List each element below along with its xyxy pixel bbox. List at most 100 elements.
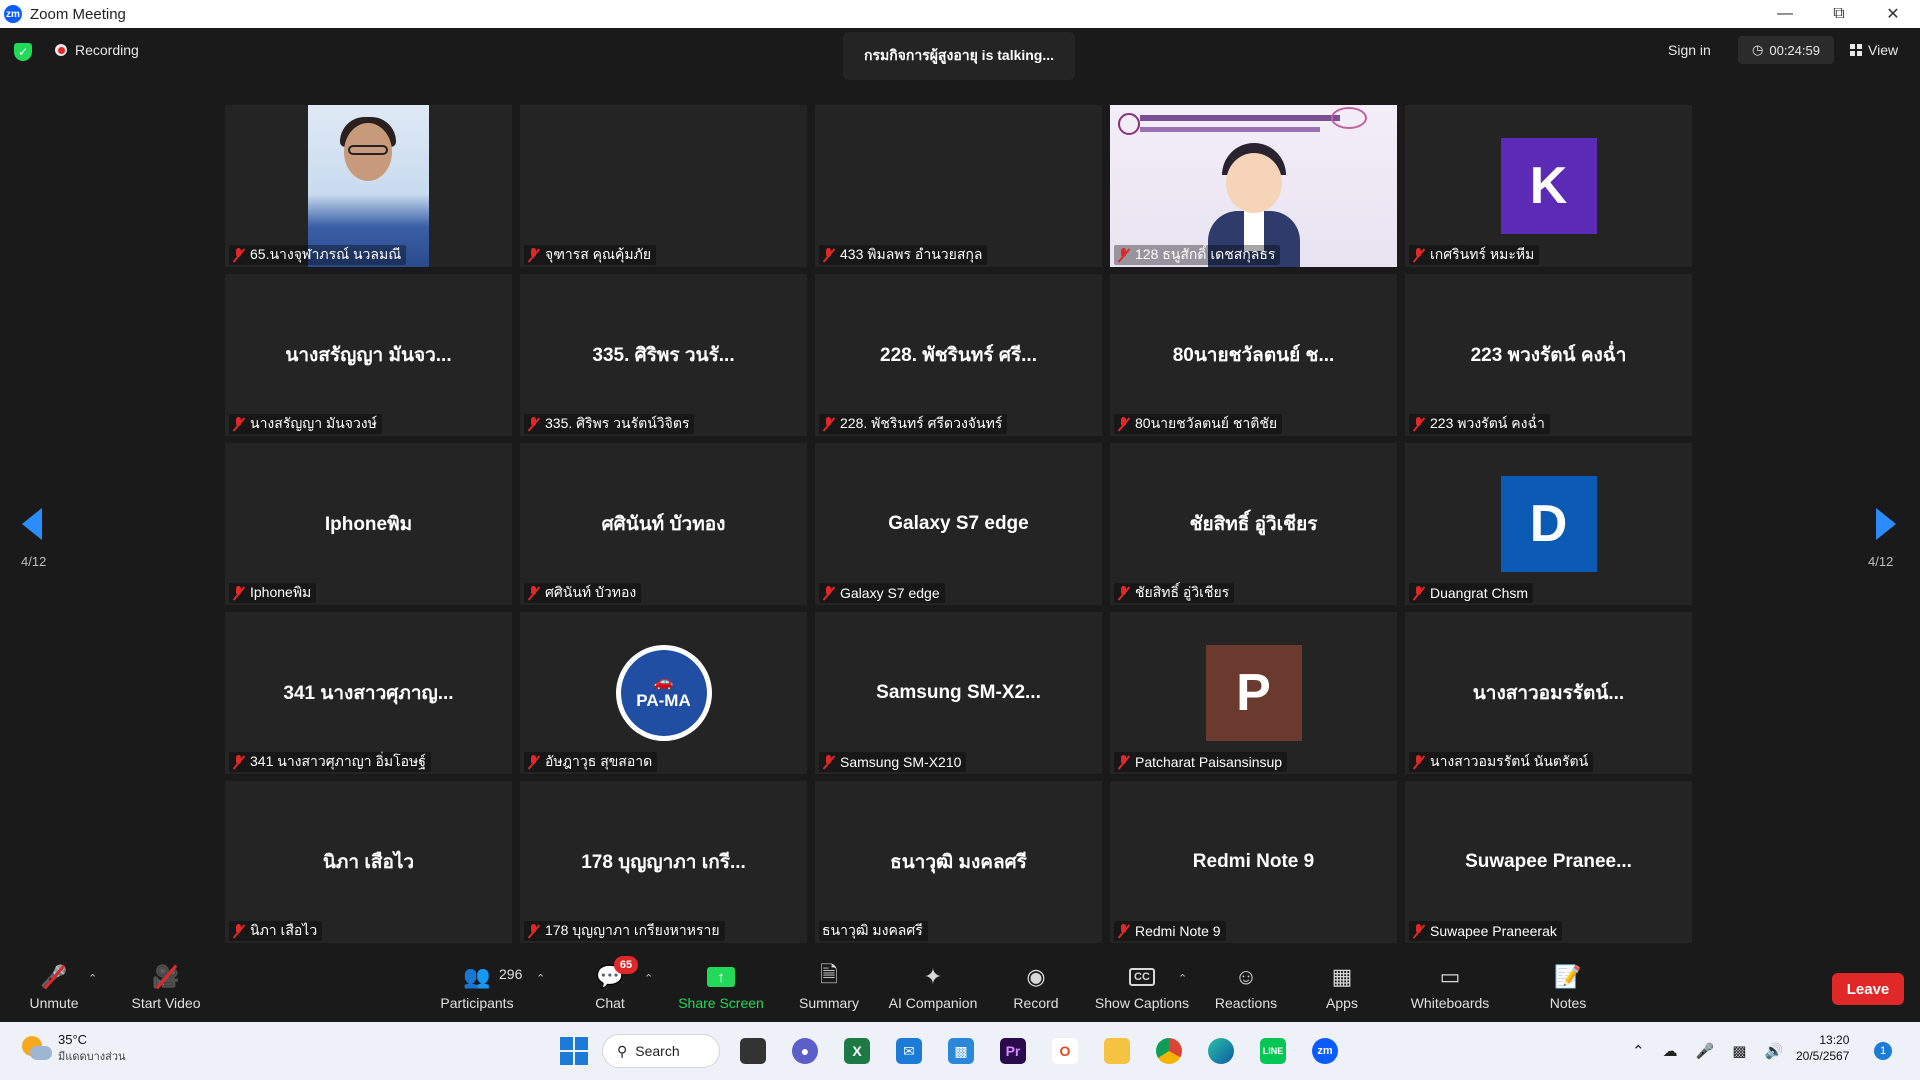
participant-tile[interactable]: P Patcharat Paisansinsup bbox=[1110, 612, 1397, 774]
line-icon[interactable]: LINE bbox=[1254, 1034, 1292, 1068]
participant-tile[interactable]: 🚗 PA-MA อัษฎาวุธ สุขสอาด bbox=[520, 612, 807, 774]
participant-name-bar: 65.นางจุฬาภรณ์ นวลมณี bbox=[229, 245, 407, 265]
participant-tile[interactable]: 178 บุญญาภา เกรี... 178 บุญญาภา เกรียงหาห… bbox=[520, 781, 807, 943]
microphone-muted-icon bbox=[527, 247, 540, 263]
participant-tile[interactable]: 228. พัชรินทร์ ศรี... 228. พัชรินทร์ ศรีด… bbox=[815, 274, 1102, 436]
remote-desktop-icon[interactable]: ▩ bbox=[942, 1034, 980, 1068]
weather-widget[interactable]: 35°C มีแดดบางส่วน bbox=[20, 1032, 126, 1065]
participant-tile[interactable]: 433 พิมลพร อำนวยสกุล bbox=[815, 105, 1102, 267]
show-hidden-icons-chevron-icon[interactable]: ⌃ bbox=[1632, 1042, 1645, 1060]
mail-icon[interactable]: ✉ bbox=[890, 1034, 928, 1068]
start-video-button[interactable]: 🎥 Start Video bbox=[128, 950, 204, 1022]
participant-tile[interactable]: D Duangrat Chsm bbox=[1405, 443, 1692, 605]
microphone-muted-icon bbox=[822, 585, 835, 601]
participant-tile[interactable]: นิภา เสือไว นิภา เสือไว bbox=[225, 781, 512, 943]
notes-button[interactable]: 📝 Notes bbox=[1546, 950, 1590, 1022]
reactions-button[interactable]: ☺ Reactions bbox=[1214, 950, 1278, 1022]
volume-icon[interactable]: 🔊 bbox=[1764, 1042, 1783, 1060]
participant-tile[interactable]: ธนาวุฒิ มงคลศรี ธนาวุฒิ มงคลศรี bbox=[815, 781, 1102, 943]
weather-temperature: 35°C bbox=[58, 1032, 88, 1047]
participant-tile[interactable]: นางสาวอมรรัตน์... นางสาวอมรรัตน์ นันตรัตน… bbox=[1405, 612, 1692, 774]
participant-tile[interactable]: 341 นางสาวศุภาญ... 341 นางสาวศุภาญา อิ่มโ… bbox=[225, 612, 512, 774]
teams-chat-icon[interactable]: ● bbox=[786, 1034, 824, 1068]
edge-icon[interactable] bbox=[1202, 1034, 1240, 1068]
participant-tile[interactable]: นางสรัญญา มันจว... นางสรัญญา มันจวงษ์ bbox=[225, 274, 512, 436]
participant-tile[interactable]: ศศินันท์ บัวทอง ศศินันท์ บัวทอง bbox=[520, 443, 807, 605]
next-page-arrow-icon[interactable] bbox=[1876, 508, 1896, 540]
summary-button[interactable]: 🗎 Summary bbox=[796, 950, 862, 1022]
participant-gallery: 65.นางจุฬาภรณ์ นวลมณี จุฑารส คุณคุ้มภัย 43… bbox=[225, 105, 1695, 945]
unmute-button[interactable]: 🎤 Unmute bbox=[24, 950, 84, 1022]
taskbar-clock[interactable]: 13:20 20/5/2567 bbox=[1796, 1032, 1849, 1064]
start-video-label: Start Video bbox=[131, 995, 201, 1011]
show-captions-button[interactable]: CC Show Captions bbox=[1094, 950, 1190, 1022]
participant-tile[interactable]: Samsung SM-X2... Samsung SM-X210 bbox=[815, 612, 1102, 774]
taskbar-search[interactable]: ⚲ Search bbox=[602, 1034, 720, 1068]
participant-tile[interactable]: ชัยสิทธิ์ อู่วิเชียร ชัยสิทธิ์ อู่วิเชียร bbox=[1110, 443, 1397, 605]
taskbar-apps: ⚲ Search ● X ✉ ▩ Pr O LINE zm bbox=[560, 1032, 1344, 1070]
participant-name-bar: 341 นางสาวศุภาญา อิ่มโอษฐ์ bbox=[229, 752, 431, 772]
microphone-muted-icon bbox=[232, 416, 245, 432]
microphone-muted-icon bbox=[527, 923, 540, 939]
participant-display-name: ชัยสิทธิ์ อู่วิเชียร bbox=[1189, 514, 1318, 535]
participant-tile[interactable]: Galaxy S7 edge Galaxy S7 edge bbox=[815, 443, 1102, 605]
participant-name-bar: Patcharat Paisansinsup bbox=[1114, 752, 1288, 772]
smiley-icon: ☺ bbox=[1234, 964, 1258, 989]
active-speaker-banner: กรมกิจการผู้สูงอายุ is talking... bbox=[843, 32, 1075, 80]
close-button[interactable]: ✕ bbox=[1866, 0, 1920, 28]
whiteboards-button[interactable]: ▭ Whiteboards bbox=[1408, 950, 1492, 1022]
participant-tile[interactable]: 65.นางจุฬาภรณ์ นวลมณี bbox=[225, 105, 512, 267]
zoom-taskbar-icon[interactable]: zm bbox=[1306, 1034, 1344, 1068]
previous-page-arrow-icon[interactable] bbox=[22, 508, 42, 540]
task-view-icon[interactable] bbox=[734, 1034, 772, 1068]
chat-button[interactable]: 💬 65 Chat bbox=[590, 950, 638, 1022]
participants-options-caret-icon[interactable]: ⌃ bbox=[536, 972, 545, 985]
ai-companion-button[interactable]: ✦ AI Companion bbox=[886, 950, 980, 1022]
network-icon[interactable]: ▩ bbox=[1732, 1042, 1746, 1060]
show-captions-label: Show Captions bbox=[1094, 995, 1190, 1011]
participant-tile[interactable]: Iphoneพิม Iphoneพิม bbox=[225, 443, 512, 605]
file-explorer-icon[interactable] bbox=[1098, 1034, 1136, 1068]
meeting-toolbar: 🎤 Unmute ⌃ 🎥 Start Video 👥 296 Participa… bbox=[0, 950, 1920, 1022]
restore-button[interactable]: ⧉ bbox=[1812, 0, 1866, 28]
audio-options-caret-icon[interactable]: ⌃ bbox=[88, 972, 97, 985]
participant-name-bar: Iphoneพิม bbox=[229, 583, 317, 603]
participant-name-bar: 223 พวงรัตน์ คงฉ่ำ bbox=[1409, 414, 1550, 434]
premiere-pro-icon[interactable]: Pr bbox=[994, 1034, 1032, 1068]
chat-options-caret-icon[interactable]: ⌃ bbox=[644, 972, 653, 985]
tray-microphone-icon[interactable]: 🎤 bbox=[1696, 1042, 1715, 1060]
participant-tile[interactable]: 80นายชวัลตนย์ ช... 80นายชวัลตนย์ ชาติชัย bbox=[1110, 274, 1397, 436]
notification-badge[interactable]: 1 bbox=[1874, 1042, 1892, 1060]
participant-tile[interactable]: 128 ธนูสักดิ์ เดชสกุลธร bbox=[1110, 105, 1397, 267]
participant-tile[interactable]: 335. ศิริพร วนรั... 335. ศิริพร วนรัตน์วิ… bbox=[520, 274, 807, 436]
participant-tile[interactable]: 223 พวงรัตน์ คงฉ่ำ 223 พวงรัตน์ คงฉ่ำ bbox=[1405, 274, 1692, 436]
meeting-timer[interactable]: ◷ 00:24:59 bbox=[1738, 36, 1834, 64]
share-screen-button[interactable]: ↑ Share Screen bbox=[678, 950, 764, 1022]
minimize-button[interactable]: — bbox=[1758, 0, 1812, 28]
onedrive-offline-icon[interactable]: ☁ bbox=[1663, 1042, 1678, 1060]
encryption-shield-icon[interactable]: ✓ bbox=[14, 43, 32, 61]
participant-name: ชัยสิทธิ์ อู่วิเชียร bbox=[1135, 584, 1230, 600]
participant-tile[interactable]: จุฑารส คุณคุ้มภัย bbox=[520, 105, 807, 267]
view-button[interactable]: View bbox=[1850, 42, 1898, 58]
record-button[interactable]: ◉ Record bbox=[1012, 950, 1060, 1022]
participant-name-bar: 178 บุญญาภา เกรียงหาหราย bbox=[524, 921, 725, 941]
windows-start-icon[interactable] bbox=[560, 1037, 588, 1065]
excel-icon[interactable]: X bbox=[838, 1034, 876, 1068]
participants-label: Participants bbox=[440, 995, 514, 1011]
recording-indicator[interactable]: Recording bbox=[55, 42, 139, 58]
participant-tile[interactable]: Redmi Note 9 Redmi Note 9 bbox=[1110, 781, 1397, 943]
participant-name-bar: 335. ศิริพร วนรัตน์วิจิตร bbox=[524, 414, 695, 434]
microphone-muted-icon bbox=[527, 416, 540, 432]
participant-tile[interactable]: Suwapee Pranee... Suwapee Praneerak bbox=[1405, 781, 1692, 943]
leave-button[interactable]: Leave bbox=[1832, 973, 1904, 1005]
system-tray: ⌃ ☁ 🎤 ▩ 🔊 bbox=[1632, 1034, 1783, 1068]
sign-in-link[interactable]: Sign in bbox=[1668, 42, 1711, 58]
office-icon[interactable]: O bbox=[1046, 1034, 1084, 1068]
apps-button[interactable]: ▦ Apps bbox=[1320, 950, 1364, 1022]
chrome-icon[interactable] bbox=[1150, 1034, 1188, 1068]
participants-button[interactable]: 👥 296 Participants bbox=[440, 950, 522, 1022]
captions-options-caret-icon[interactable]: ⌃ bbox=[1178, 972, 1187, 985]
microphone-muted-icon bbox=[1412, 247, 1425, 263]
participant-tile[interactable]: K เกศรินทร์ หมะหีม bbox=[1405, 105, 1692, 267]
